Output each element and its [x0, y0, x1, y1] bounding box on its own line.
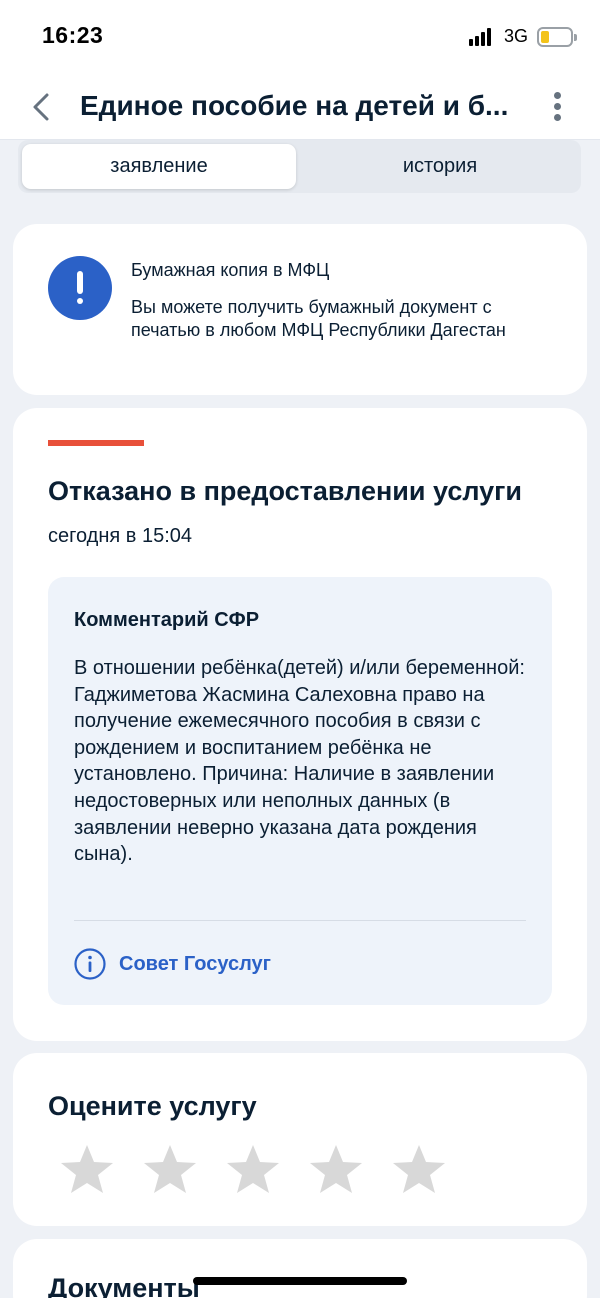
chevron-left-icon	[26, 90, 60, 124]
info-title: Бумажная копия в МФЦ	[131, 260, 329, 281]
back-button[interactable]	[26, 90, 60, 124]
rating-card: Оцените услугу	[13, 1053, 587, 1226]
status-bar: 16:23 3G	[0, 0, 600, 76]
exclamation-icon	[48, 256, 112, 320]
rating-title: Оцените услугу	[48, 1091, 257, 1122]
status-card: Отказано в предоставлении услуги сегодня…	[13, 408, 587, 1041]
battery-icon	[537, 27, 573, 47]
star-icon[interactable]	[308, 1143, 364, 1195]
more-vertical-icon	[554, 92, 561, 99]
comment-box: Комментарий СФР В отношении ребёнка(дете…	[48, 577, 552, 1005]
divider	[74, 920, 526, 921]
info-icon	[74, 948, 106, 980]
tab-application[interactable]: заявление	[22, 144, 296, 189]
status-indicator	[48, 440, 144, 446]
status-time: 16:23	[42, 22, 103, 49]
status-timestamp: сегодня в 15:04	[48, 525, 192, 548]
signal-icon	[469, 28, 495, 46]
comment-text: В отношении ребёнка(детей) и/или беремен…	[74, 655, 534, 868]
documents-card: Документы	[13, 1239, 587, 1298]
status-title: Отказано в предоставлении услуги	[48, 476, 522, 507]
network-type: 3G	[504, 26, 528, 47]
more-menu-button[interactable]	[548, 90, 568, 124]
segmented-tabs: заявление история	[18, 140, 581, 193]
star-icon[interactable]	[391, 1143, 447, 1195]
comment-title: Комментарий СФР	[74, 609, 259, 632]
page-title: Единое пособие на детей и б...	[80, 90, 520, 122]
tab-history[interactable]: история	[303, 144, 577, 189]
documents-title: Документы	[48, 1273, 200, 1298]
gosuslugi-tip-link[interactable]: Совет Госуслуг	[74, 948, 271, 980]
home-indicator[interactable]	[193, 1277, 407, 1285]
star-icon[interactable]	[59, 1143, 115, 1195]
paper-copy-card: Бумажная копия в МФЦ Вы можете получить …	[13, 224, 587, 395]
star-icon[interactable]	[225, 1143, 281, 1195]
tip-label: Совет Госуслуг	[119, 953, 271, 976]
app-header: Единое пособие на детей и б...	[0, 76, 600, 140]
info-text: Вы можете получить бумажный документ с п…	[131, 296, 561, 342]
star-icon[interactable]	[142, 1143, 198, 1195]
